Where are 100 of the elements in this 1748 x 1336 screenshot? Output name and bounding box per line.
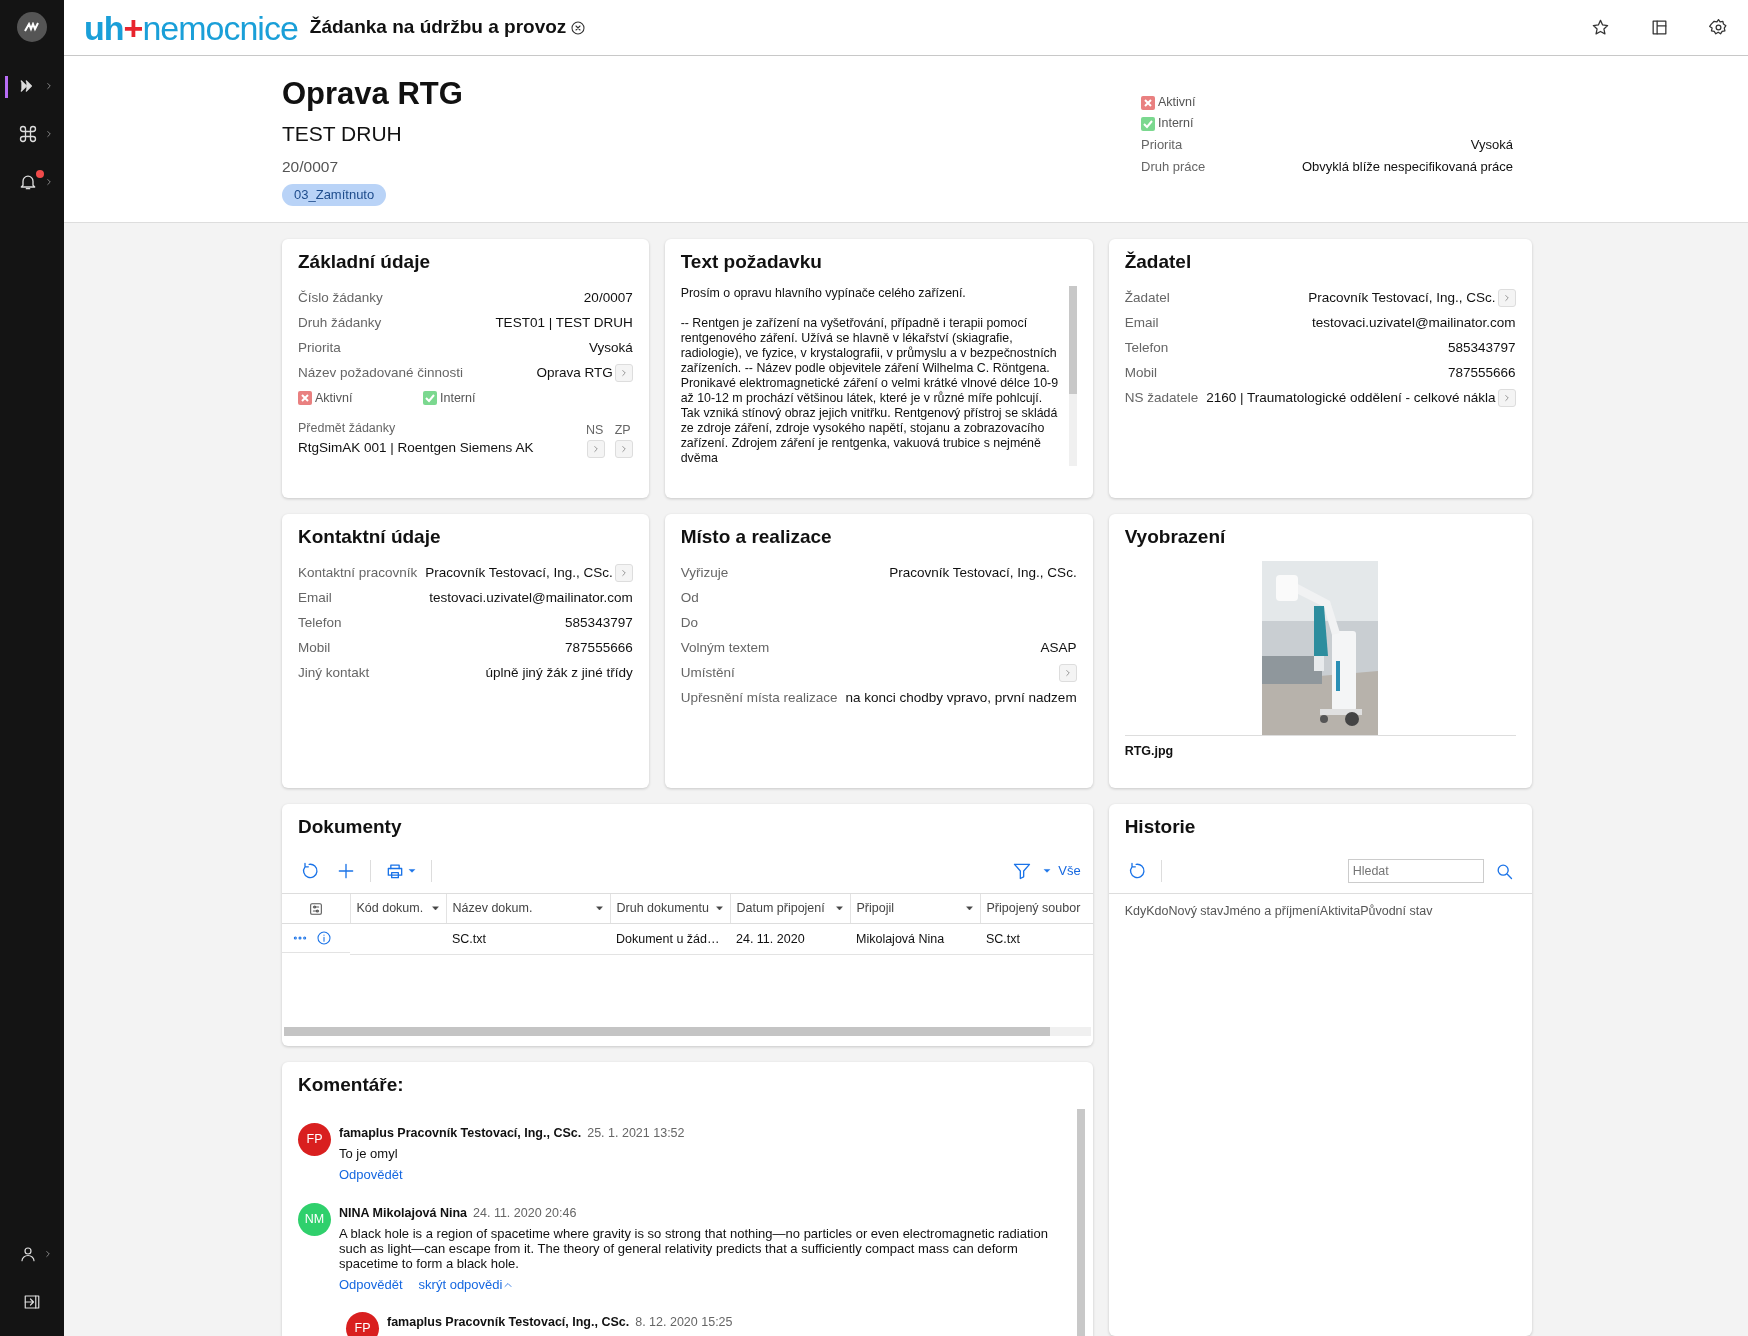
field-value: RtgSimAK 001 | Roentgen Siemens AK bbox=[298, 438, 534, 457]
field-value: Oprava RTG bbox=[536, 364, 613, 383]
flag-label: Aktivní bbox=[1158, 94, 1196, 112]
card-title: Text požadavku bbox=[680, 251, 823, 274]
column-label: NS bbox=[586, 422, 604, 440]
field-value: Pracovník Testovací, Ing., CSc. bbox=[425, 564, 613, 583]
file-name: RTG.jpg bbox=[1124, 742, 1175, 760]
card-title: Žadatel bbox=[1124, 251, 1193, 274]
logout-icon bbox=[23, 1293, 41, 1311]
table-cell: SC.txt bbox=[986, 931, 1021, 946]
reply-link[interactable]: Odpovědět bbox=[339, 1165, 403, 1185]
field-value: Vysoká bbox=[1470, 136, 1513, 155]
field-value: ASAP bbox=[1040, 639, 1077, 658]
field-value: 585343797 bbox=[565, 614, 633, 633]
field-label: NS žadatele bbox=[1124, 389, 1199, 408]
table-cell: SC.txt bbox=[452, 931, 487, 946]
field-label: Priorita bbox=[1141, 136, 1183, 155]
caret-icon bbox=[834, 903, 844, 913]
field-value: 585343797 bbox=[1448, 339, 1516, 358]
avatar: FP bbox=[346, 1312, 379, 1336]
column-header[interactable]: Připojil bbox=[850, 893, 980, 924]
comment-text: A black hole is a region of spacetime where gravity is so strong that nothing—no particles or even electromagnetic radiation such as light—can escape from it. The theory of general relativity predicts that a sufficiently compact mass can deform spacetime to form a black hole. bbox=[339, 1225, 1049, 1271]
filter-dropdown[interactable]: Vše bbox=[1042, 861, 1081, 881]
field-label: Druh žádanky bbox=[298, 314, 382, 333]
card-title: Místo a realizace bbox=[680, 526, 833, 549]
field-label: Žadatel bbox=[1124, 289, 1170, 308]
field-label: Předmět žádanky bbox=[298, 419, 397, 437]
card-title: Kontaktní údaje bbox=[298, 526, 442, 549]
field-label: Číslo žádanky bbox=[298, 289, 383, 308]
chevron-icon bbox=[44, 129, 54, 139]
field-label: Priorita bbox=[298, 339, 341, 358]
field-value: Vysoká bbox=[588, 339, 633, 358]
logo: uh+nemocnice bbox=[84, 10, 298, 45]
caret-icon bbox=[964, 903, 974, 913]
table-cell: 24. 11. 2020 bbox=[736, 931, 805, 946]
field-value: 787555666 bbox=[565, 639, 633, 658]
request-text: Prosím o opravu hlavního vypínače celého zařízení. -- Rentgen je zařízení na vyšetřování, případně i terapii pomocí rentgenového záření. Užívá se hlavně v lékařství (skiagrafie, radiologie), ve fyzice, v krystalografii, v průmyslu a v bezpečnostních zařízeních. -- Název podle objevitele záření Wilhelma C. Röntgena. Pronikavé elektromagnetické záření o velmi krátké vlnové délce 10-9 až 10-12 m prochází většinou látek, které je v různé míře pohlcují. Tak vzniká stínový obraz jejich vnitřku. Rentgenový přístroj se skládá ze zdroje záření, zdroje vysokého napětí, stojanu a zobrazovacího zařízení. Zdrojem záření je rentgenka, vakuová trubice s nejméně dvěma bbox=[680, 285, 1060, 466]
field-label: Kontaktní pracovník bbox=[298, 564, 418, 583]
comment-author: famaplus Pracovník Testovací, Ing., CSc. bbox=[387, 1315, 630, 1330]
scrollbar[interactable] bbox=[284, 1027, 1091, 1037]
field-label: Mobil bbox=[1124, 364, 1157, 383]
chevron-icon bbox=[43, 1249, 53, 1259]
field-label: Název požadované činnosti bbox=[298, 364, 464, 383]
scrollbar[interactable] bbox=[1068, 285, 1077, 466]
search-field[interactable]: Hledat bbox=[1347, 858, 1484, 883]
avatar: FP bbox=[298, 1122, 331, 1156]
column-header[interactable]: Název dokum. bbox=[446, 893, 610, 924]
chevron-icon bbox=[44, 177, 54, 187]
field-label: Druh práce bbox=[1141, 158, 1206, 177]
request-number: 20/0007 bbox=[282, 157, 340, 178]
card-title: Komentáře: bbox=[298, 1074, 405, 1097]
card-title: Vyobrazení bbox=[1124, 526, 1227, 549]
field-value: Pracovník Testovací, Ing., CSc. bbox=[1308, 289, 1496, 308]
comment-author: NINA Mikolajová Nina bbox=[339, 1205, 468, 1220]
field-label: Jiný kontakt bbox=[298, 664, 370, 683]
field-value: Pracovník Testovací, Ing., CSc. bbox=[889, 564, 1077, 583]
field-value: na konci chodby vpravo, první nadzem bbox=[845, 689, 1077, 708]
comment-date: 8. 12. 2020 15:25 bbox=[635, 1315, 733, 1330]
app-title: Žádanka na údržbu a provoz bbox=[309, 15, 567, 40]
field-label: Umístění bbox=[680, 664, 735, 683]
comment-author: famaplus Pracovník Testovací, Ing., CSc. bbox=[339, 1125, 582, 1140]
close-icon[interactable] bbox=[570, 19, 587, 36]
table-cell: Dokument u žád… bbox=[616, 931, 720, 946]
card-title: Historie bbox=[1123, 816, 1197, 839]
field-value: 20/0007 bbox=[583, 289, 633, 308]
field-label: Do bbox=[680, 614, 698, 633]
status-badge: 03_Zamítnuto bbox=[282, 184, 387, 206]
card-title: Dokumenty bbox=[297, 816, 403, 839]
field-label: Volným textem bbox=[680, 639, 770, 658]
card-title: Základní údaje bbox=[298, 251, 431, 274]
column-header[interactable]: Připojený soubor bbox=[980, 893, 1093, 924]
user-icon bbox=[19, 1245, 37, 1263]
column-header[interactable]: Datum připojení bbox=[730, 893, 850, 924]
field-value: úplně jiný žák z jiné třídy bbox=[485, 664, 633, 683]
hide-replies-link[interactable]: skrýt odpovědi bbox=[418, 1274, 515, 1295]
page-subtitle: TEST DRUH bbox=[282, 120, 403, 147]
caret-icon bbox=[430, 903, 440, 913]
column-label: ZP bbox=[614, 422, 631, 440]
column-header[interactable]: Kód dokum. bbox=[350, 893, 446, 924]
field-label: Telefon bbox=[1124, 339, 1169, 358]
column-header[interactable]: Druh dokumentu bbox=[610, 893, 730, 924]
reply-link[interactable]: Odpovědět bbox=[339, 1274, 403, 1295]
avatar: NM bbox=[298, 1202, 331, 1236]
field-value: testovaci.uzivatel@mailinator.com bbox=[1312, 314, 1516, 333]
refresh-icon bbox=[300, 860, 320, 881]
field-label: Telefon bbox=[298, 614, 342, 633]
field-value: 787555666 bbox=[1448, 364, 1516, 383]
column-headers: KdyKdoNový stavJméno a příjmeníAktivitaPůvodní stav bbox=[1123, 902, 1434, 920]
notification-dot bbox=[36, 170, 44, 178]
field-value: TEST01 | TEST DRUH bbox=[495, 314, 633, 333]
field-value: 2160 | Traumatologické oddělení - celkové nákla bbox=[1206, 389, 1496, 408]
column-settings-icon[interactable] bbox=[307, 900, 324, 917]
field-label: Upřesnění místa realizace bbox=[680, 689, 838, 708]
field-label: Email bbox=[298, 589, 332, 608]
info-icon[interactable] bbox=[316, 929, 332, 946]
caret-icon bbox=[714, 903, 724, 913]
scrollbar[interactable] bbox=[1076, 1108, 1085, 1336]
page-title: Oprava RTG bbox=[282, 76, 463, 112]
field-label: Od bbox=[680, 589, 699, 608]
field-label: Vyřizuje bbox=[680, 564, 729, 583]
